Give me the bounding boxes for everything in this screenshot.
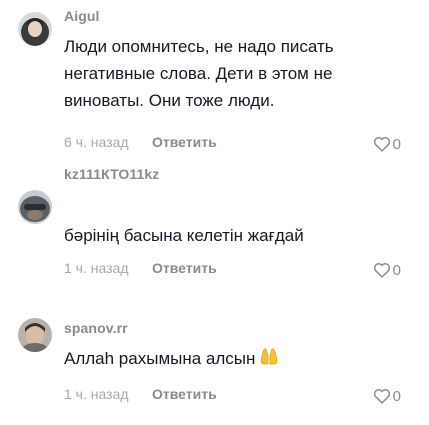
- reply-button[interactable]: Ответить: [152, 134, 217, 150]
- comment-text: бәрінің басына келетін жағдай: [64, 226, 304, 245]
- comment-username[interactable]: spanov.rr: [64, 320, 128, 336]
- comment-meta: 1 ч. назад Ответить: [64, 260, 384, 280]
- comment-username[interactable]: kz111КТО11kz: [64, 166, 159, 182]
- comment-timestamp: 1 ч. назад: [64, 260, 129, 276]
- comment-text: Люди опомнитесь, не надо писать негативн…: [64, 37, 334, 110]
- comment-timestamp: 6 ч. назад: [64, 134, 129, 150]
- comment-text: Аллаһ рахымына алсын: [64, 345, 394, 373]
- like-count: 0: [392, 261, 401, 279]
- avatar-image: [18, 12, 52, 46]
- reply-button[interactable]: Ответить: [152, 386, 217, 402]
- comment-text-content: Аллаһ рахымына алсын: [64, 349, 256, 368]
- avatar[interactable]: [18, 190, 52, 224]
- avatar-image: [18, 318, 52, 352]
- comment-meta: 1 ч. назад Ответить: [64, 386, 384, 406]
- like-button[interactable]: 0: [373, 386, 401, 406]
- folded-hands-emoji: [259, 346, 279, 373]
- reply-button[interactable]: Ответить: [152, 260, 217, 276]
- comment-meta: 6 ч. назад Ответить: [64, 134, 384, 154]
- comment-username[interactable]: Aigul: [64, 8, 100, 24]
- heart-outline-icon: [373, 136, 391, 152]
- avatar[interactable]: [18, 12, 52, 46]
- heart-outline-icon: [373, 388, 391, 404]
- like-count: 0: [392, 387, 401, 405]
- avatar-image: [18, 190, 52, 224]
- like-button[interactable]: 0: [373, 260, 401, 280]
- comment-timestamp: 1 ч. назад: [64, 386, 129, 402]
- like-count: 0: [392, 135, 401, 153]
- heart-outline-icon: [373, 262, 391, 278]
- like-button[interactable]: 0: [373, 134, 401, 154]
- avatar[interactable]: [18, 318, 52, 352]
